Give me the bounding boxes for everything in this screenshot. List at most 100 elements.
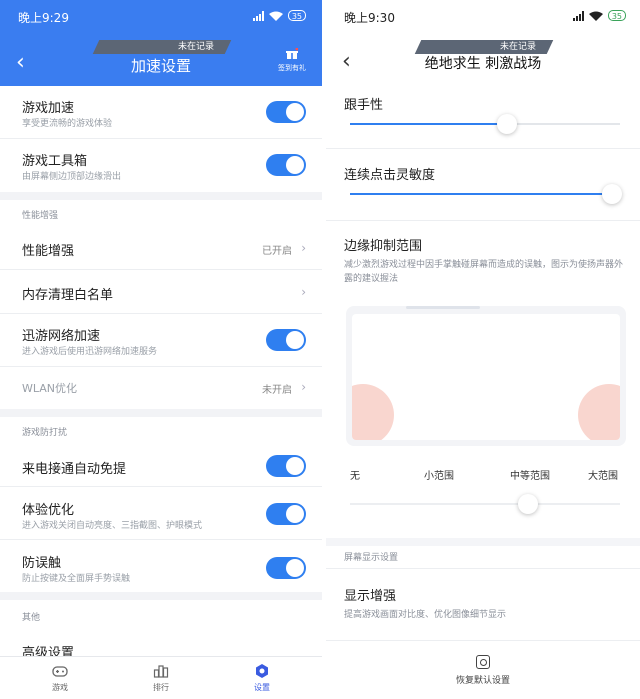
game-accel-toggle[interactable] (266, 101, 306, 123)
edge-description: 减少激烈游戏过程中因手掌触碰屏幕而造成的误触，图示为使扬声器外露的建议握法 (344, 260, 624, 284)
range-label-medium: 中等范围 (510, 471, 550, 482)
row-perf[interactable]: 性能增强 已开启 › (0, 227, 322, 270)
battery-icon: 35 (287, 10, 306, 21)
right-screen: 晚上9:30 35 未在记录 ‹ 绝地求生 刺激战场 跟手性 连续点击灵敏度 边… (326, 0, 640, 699)
reset-default-button[interactable]: 恢复默认设置 (326, 640, 640, 699)
row-mistouch[interactable]: 防误触 防止按键及全面屏手势误触 (0, 540, 322, 592)
tab-rank[interactable]: 排行 (136, 663, 186, 693)
recording-banner: 未在记录 (96, 40, 228, 54)
slider-fill (350, 503, 528, 505)
row-title: 游戏工具箱 (22, 154, 88, 169)
status-time: 晚上9:30 (344, 11, 395, 25)
left-screen: 晚上9:29 35 未在记录 ‹ 加速设置 签到有礼 游戏加速 享受更流畅的游戏… (0, 0, 322, 699)
row-value: 已开启 (262, 246, 292, 257)
tab-settings[interactable]: 设置 (237, 663, 287, 693)
row-title: 游戏加速 (22, 101, 75, 116)
phone-screen (352, 314, 620, 440)
row-title: 体验优化 (22, 503, 75, 518)
slider-fill (350, 123, 507, 125)
gear-icon (256, 664, 268, 678)
call-toggle[interactable] (266, 455, 306, 477)
gift-label: 签到有礼 (278, 64, 306, 72)
divider-line (326, 220, 640, 221)
edge-range-slider[interactable] (350, 494, 620, 514)
signal-icon (252, 10, 264, 21)
experience-toggle[interactable] (266, 503, 306, 525)
section-gap (0, 592, 322, 600)
divider-line (326, 148, 640, 149)
mistouch-toggle[interactable] (266, 557, 306, 579)
row-title: 性能增强 (22, 244, 75, 259)
row-subtitle: 防止按键及全面屏手势误触 (22, 574, 131, 584)
row-subtitle: 由屏幕侧边顶部边缘滑出 (22, 172, 122, 182)
row-toolbox[interactable]: 游戏工具箱 由屏幕侧边顶部边缘滑出 (0, 139, 322, 192)
gift-button[interactable]: 签到有礼 (278, 48, 306, 73)
row-call[interactable]: 来电接通自动免提 (0, 444, 322, 487)
row-title: 来电接通自动免提 (22, 462, 127, 477)
follow-label: 跟手性 (344, 98, 384, 113)
wifi-icon (588, 11, 603, 21)
follow-slider[interactable] (350, 114, 620, 134)
range-label-large: 大范围 (588, 471, 618, 482)
row-game-accel[interactable]: 游戏加速 享受更流畅的游戏体验 (0, 86, 322, 139)
signal-icon (572, 10, 584, 21)
slider-knob[interactable] (601, 184, 622, 204)
header-bar: 晚上9:29 35 未在记录 ‹ 加速设置 签到有礼 (0, 0, 322, 86)
chevron-right-icon: › (301, 285, 306, 299)
slider-fill (350, 193, 612, 195)
gamepad-icon (52, 666, 68, 677)
bottom-tab-bar: 游戏 排行 设置 (0, 656, 322, 699)
section-gap (0, 409, 322, 417)
row-subtitle: 享受更流畅的游戏体验 (22, 119, 113, 129)
battery-icon: 35 (607, 10, 626, 21)
xunyou-toggle[interactable] (266, 329, 306, 351)
section-anti-label: 游戏防打扰 (22, 428, 68, 438)
row-title: 迅游网络加速 (22, 329, 101, 344)
status-time: 晚上9:29 (18, 11, 69, 25)
row-whitelist[interactable]: 内存清理白名单 › (0, 270, 322, 314)
tap-label: 连续点击灵敏度 (344, 168, 436, 183)
reset-icon (476, 655, 490, 669)
toolbox-toggle[interactable] (266, 154, 306, 176)
tab-label: 游戏 (52, 683, 68, 692)
slider-knob[interactable] (518, 494, 539, 514)
grip-zone-right (578, 384, 620, 440)
status-icons: 35 (252, 10, 306, 21)
grip-zone-left (352, 384, 394, 440)
wifi-icon (268, 11, 283, 21)
enhance-description: 提高游戏画面对比度、优化图像细节显示 (344, 610, 507, 620)
gift-icon (286, 48, 298, 59)
phone-notch (406, 306, 480, 309)
tap-slider[interactable] (350, 184, 622, 204)
tab-label: 设置 (254, 683, 270, 692)
range-label-none: 无 (350, 471, 360, 482)
row-experience[interactable]: 体验优化 进入游戏关闭自动亮度、三指截图、护眼模式 (0, 487, 322, 540)
section-perf-label: 性能增强 (22, 211, 59, 221)
row-subtitle: 进入游戏关闭自动亮度、三指截图、护眼模式 (22, 521, 203, 531)
row-wlan[interactable]: WLAN优化 未开启 › (0, 367, 322, 409)
enhance-title[interactable]: 显示增强 (344, 585, 396, 604)
divider-line (326, 568, 640, 569)
edge-label: 边缘抑制范围 (344, 239, 423, 254)
row-title: 内存清理白名单 (22, 288, 114, 303)
phone-illustration (346, 306, 626, 446)
recording-banner: 未在记录 (418, 40, 550, 54)
row-title: 防误触 (22, 556, 62, 571)
section-gap (0, 192, 322, 200)
row-subtitle: 进入游戏后使用迅游网络加速服务 (22, 347, 158, 357)
tab-label: 排行 (153, 683, 169, 692)
section-gap (326, 538, 640, 546)
row-value: 未开启 (262, 385, 292, 396)
range-label-small: 小范围 (424, 471, 454, 482)
page-title: 加速设置 (130, 57, 191, 75)
section-other-label: 其他 (22, 613, 41, 623)
slider-knob[interactable] (496, 114, 517, 134)
tab-game[interactable]: 游戏 (35, 663, 85, 693)
reset-label: 恢复默认设置 (455, 676, 510, 686)
display-section-label: 屏幕显示设置 (344, 553, 399, 563)
row-xunyou[interactable]: 迅游网络加速 进入游戏后使用迅游网络加速服务 (0, 314, 322, 367)
ranking-icon (153, 665, 169, 678)
chevron-right-icon: › (301, 241, 306, 255)
chevron-right-icon: › (301, 380, 306, 394)
row-title: WLAN优化 (22, 382, 78, 395)
